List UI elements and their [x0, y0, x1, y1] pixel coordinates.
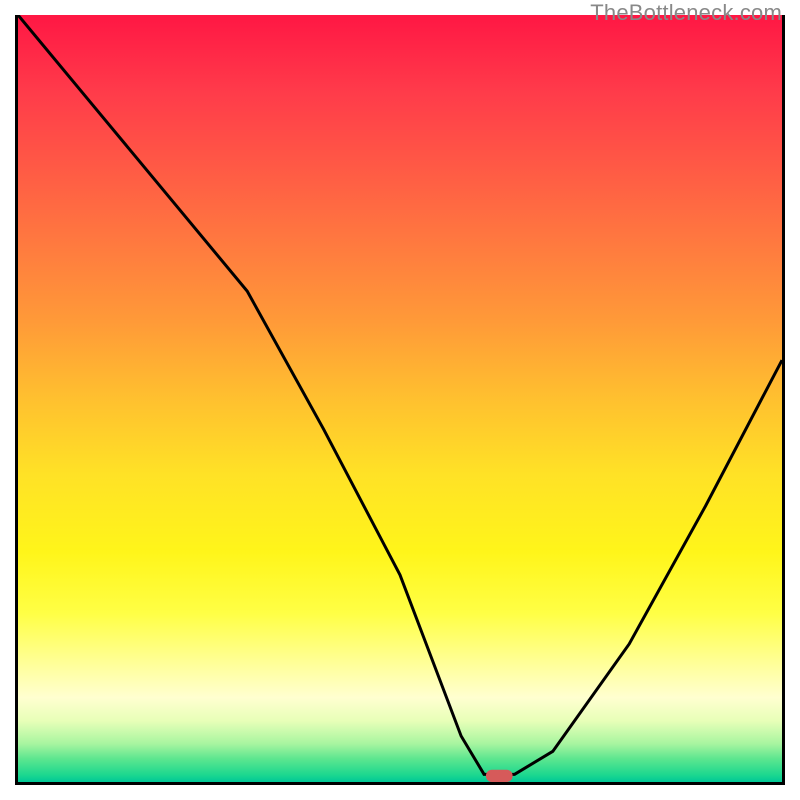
chart-container: TheBottleneck.com — [0, 0, 800, 800]
bottleneck-curve — [18, 15, 782, 774]
chart-svg — [18, 15, 782, 782]
optimal-marker — [486, 770, 513, 782]
plot-area — [15, 15, 785, 785]
watermark-text: TheBottleneck.com — [590, 0, 782, 26]
